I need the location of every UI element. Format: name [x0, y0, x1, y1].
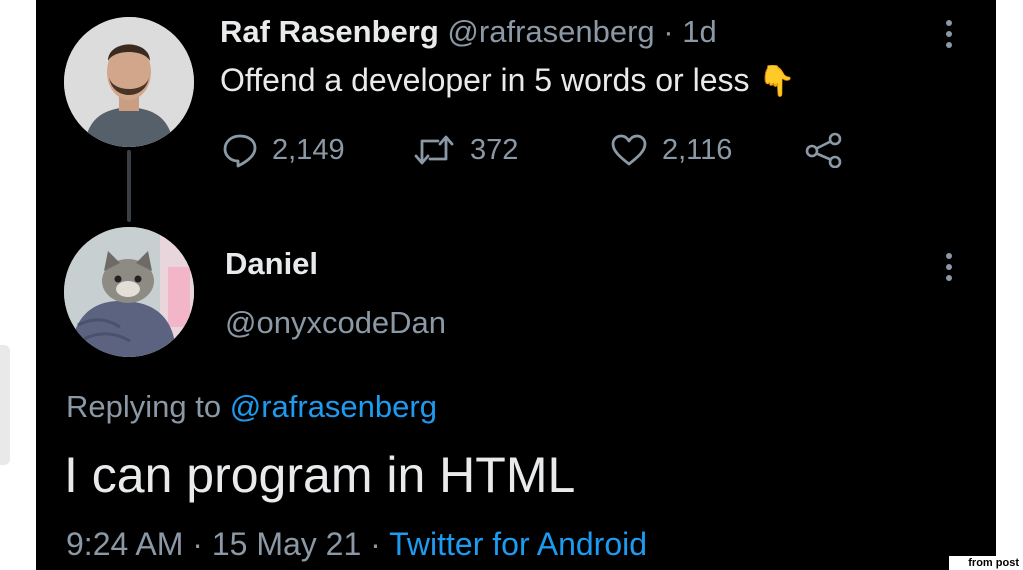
replying-to-handle-link[interactable]: @rafrasenberg	[230, 389, 437, 424]
reply-meta-separator-1: ·	[192, 526, 203, 562]
reply-more-options-icon[interactable]	[945, 253, 953, 281]
original-tweet-header: Raf Rasenberg @rafrasenberg · 1d	[220, 14, 717, 50]
reply-source-link[interactable]: Twitter for Android	[389, 526, 647, 562]
original-separator: ·	[663, 14, 674, 49]
side-scroll-handle[interactable]	[0, 345, 10, 465]
retweet-count: 372	[470, 133, 519, 166]
original-display-name[interactable]: Raf Rasenberg	[220, 14, 439, 49]
reply-time[interactable]: 9:24 AM	[66, 526, 183, 562]
retweet-icon	[414, 135, 454, 165]
reply-tweet-text: I can program in HTML	[64, 447, 576, 503]
reply-meta-separator-2: ·	[370, 526, 381, 562]
reply-display-name[interactable]: Daniel	[225, 246, 318, 282]
reply-meta-line: 9:24 AM · 15 May 21 · Twitter for Androi…	[66, 526, 647, 563]
replying-to-label: Replying to	[66, 389, 222, 424]
reply-date[interactable]: 15 May 21	[212, 526, 361, 562]
like-icon	[611, 134, 647, 166]
original-tweet-text-row: Offend a developer in 5 words or less 👇	[220, 62, 796, 99]
share-icon	[805, 132, 842, 168]
avatar-person-graphic	[64, 17, 194, 147]
retweet-action[interactable]: 372	[412, 132, 518, 168]
avatar-daniel[interactable]	[64, 227, 194, 357]
avatar-cat-graphic	[64, 227, 194, 357]
like-count: 2,116	[662, 133, 733, 166]
thread-connector-line	[127, 150, 131, 222]
original-timestamp[interactable]: 1d	[682, 14, 716, 49]
avatar-raf[interactable]	[64, 17, 194, 147]
original-more-options-icon[interactable]	[945, 20, 953, 48]
tweet-thread: Raf Rasenberg @rafrasenberg · 1d Offend …	[36, 0, 996, 570]
reply-handle[interactable]: @onyxcodeDan	[225, 305, 446, 341]
share-action[interactable]	[804, 132, 844, 168]
original-tweet-text: Offend a developer in 5 words or less	[220, 62, 750, 98]
like-action[interactable]: 2,116	[610, 132, 732, 168]
watermark-text: from post	[949, 556, 1023, 570]
reply-icon	[223, 134, 257, 168]
pointing-down-emoji: 👇	[758, 65, 796, 98]
original-handle[interactable]: @rafrasenberg	[447, 14, 654, 49]
replying-to-line: Replying to @rafrasenberg	[66, 389, 437, 425]
reply-action[interactable]: 2,149	[222, 132, 345, 168]
reply-count: 2,149	[272, 133, 345, 166]
